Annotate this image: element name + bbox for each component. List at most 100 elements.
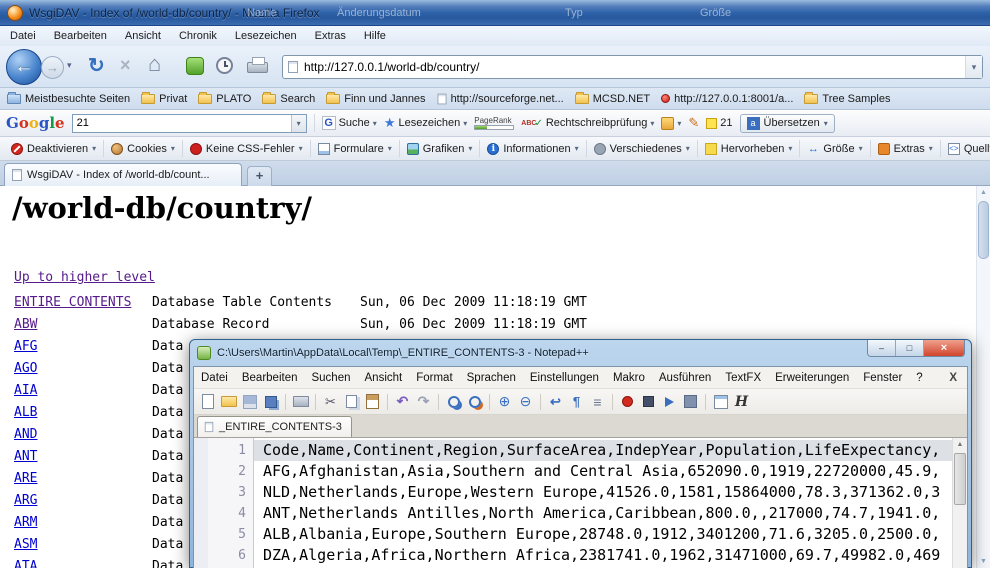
minimize-button[interactable]: – xyxy=(868,340,896,356)
menu-datei[interactable]: Datei xyxy=(10,30,36,42)
entry-link[interactable]: ABW xyxy=(14,317,37,332)
entry-link[interactable]: AND xyxy=(14,427,37,442)
webdev-formulare[interactable]: Formulare▾ xyxy=(311,140,400,157)
entry-link[interactable]: ARE xyxy=(14,471,37,486)
record-macro-icon[interactable] xyxy=(618,392,637,411)
new-file-icon[interactable] xyxy=(198,392,217,411)
undo-icon[interactable] xyxy=(393,392,412,411)
menu-hilfe[interactable]: Hilfe xyxy=(364,30,386,42)
npp-menu-makro[interactable]: Makro xyxy=(606,372,652,384)
scroll-up-icon[interactable]: ▲ xyxy=(977,186,990,199)
entry-link[interactable]: AIA xyxy=(14,383,37,398)
stop-macro-icon[interactable] xyxy=(639,392,658,411)
close-button[interactable]: × xyxy=(924,340,964,356)
webdev-informationen[interactable]: Informationen▾ xyxy=(480,140,586,157)
npp-menu-ansicht[interactable]: Ansicht xyxy=(358,372,410,384)
code-line[interactable]: NLD,Netherlands,Europe,Western Europe,41… xyxy=(254,482,952,503)
menu-chronik[interactable]: Chronik xyxy=(179,30,217,42)
pagerank-indicator[interactable]: PageRank xyxy=(474,116,514,130)
google-bookmarks-button[interactable]: Lesezeichen▾ xyxy=(384,115,467,131)
save-all-icon[interactable] xyxy=(261,392,280,411)
notepadpp-titlebar[interactable]: C:\Users\Martin\AppData\Local\Temp\_ENTI… xyxy=(193,340,968,366)
page-scrollbar[interactable]: ▲ ▼ xyxy=(976,186,990,568)
find-icon[interactable] xyxy=(444,392,463,411)
word-wrap-icon[interactable] xyxy=(546,392,565,411)
bookmark-search[interactable]: Search xyxy=(262,93,315,105)
entry-link[interactable]: ASM xyxy=(14,537,37,552)
scroll-up-icon[interactable]: ▲ xyxy=(953,438,967,452)
code-line[interactable]: AFG,Afghanistan,Asia,Southern and Centra… xyxy=(254,461,952,482)
menu-extras[interactable]: Extras xyxy=(315,30,346,42)
bookmark-meistbesuchte-seiten[interactable]: Meistbesuchte Seiten xyxy=(7,93,130,105)
translate-button[interactable]: Übersetzen▾ xyxy=(740,114,835,133)
indent-guide-icon[interactable] xyxy=(588,392,607,411)
bookmark-privat[interactable]: Privat xyxy=(141,93,187,105)
npp-menu-format[interactable]: Format xyxy=(409,372,459,384)
autofill-button[interactable]: ▾ xyxy=(661,117,681,130)
entry-link[interactable]: ATA xyxy=(14,559,37,568)
bookmark-plato[interactable]: PLATO xyxy=(198,93,251,105)
save-icon[interactable] xyxy=(240,392,259,411)
entry-link[interactable]: ENTIRE CONTENTS xyxy=(14,295,131,310)
menu-lesezeichen[interactable]: Lesezeichen xyxy=(235,30,297,42)
forward-button[interactable] xyxy=(41,56,64,79)
code-line[interactable]: Code,Name,Continent,Region,SurfaceArea,I… xyxy=(254,440,952,461)
code-line[interactable]: ALB,Albania,Europe,Southern Europe,28748… xyxy=(254,524,952,545)
maximize-button[interactable]: □ xyxy=(896,340,924,356)
google-search-button[interactable]: Suche▾ xyxy=(322,116,377,130)
npp-menu-fenster[interactable]: Fenster xyxy=(856,372,909,384)
code-line[interactable]: ANT,Netherlands Antilles,North America,C… xyxy=(254,503,952,524)
redo-icon[interactable] xyxy=(414,392,433,411)
reload-icon[interactable] xyxy=(88,53,105,78)
bookmark-sourceforge[interactable]: http://sourceforge.net... xyxy=(437,93,564,105)
google-search-input[interactable] xyxy=(73,117,291,129)
entry-link[interactable]: AFG xyxy=(14,339,37,354)
editor-scrollbar[interactable]: ▲ xyxy=(952,438,967,568)
entry-link[interactable]: ARG xyxy=(14,493,37,508)
bookmark-tree-samples[interactable]: Tree Samples xyxy=(804,93,890,105)
highlight-count[interactable]: 21 xyxy=(706,117,732,129)
scrollbar-thumb[interactable] xyxy=(954,453,966,505)
home-icon[interactable] xyxy=(148,51,161,77)
bookmark-localhost-8001[interactable]: http://127.0.0.1:8001/a... xyxy=(661,93,793,105)
scrollbar-thumb[interactable] xyxy=(978,201,989,259)
copy-icon[interactable] xyxy=(342,392,361,411)
history-dropdown-icon[interactable]: ▾ xyxy=(67,60,72,71)
google-search-box[interactable]: ▾ xyxy=(72,114,307,133)
webdev-cookies[interactable]: Cookies▾ xyxy=(104,140,183,157)
webdev-extras[interactable]: Extras▾ xyxy=(871,140,941,157)
code-line[interactable]: DZA,Algeria,Africa,Northern Africa,23817… xyxy=(254,545,952,566)
zoom-in-icon[interactable] xyxy=(495,392,514,411)
editor-area[interactable]: 1Code,Name,Continent,Region,SurfaceArea,… xyxy=(194,438,967,568)
webdev-grafiken[interactable]: Grafiken▾ xyxy=(400,140,481,157)
url-bar[interactable]: ▾ xyxy=(282,55,983,79)
webdev-verschiedenes[interactable]: Verschiedenes▾ xyxy=(587,140,698,157)
cut-icon[interactable] xyxy=(321,392,340,411)
webdev-hervorheben[interactable]: Hervorheben▾ xyxy=(698,140,801,157)
entry-link[interactable]: ALB xyxy=(14,405,37,420)
function-list-icon[interactable] xyxy=(711,392,730,411)
menu-bearbeiten[interactable]: Bearbeiten xyxy=(54,30,107,42)
print-icon[interactable] xyxy=(247,62,268,73)
npp-menu-suchen[interactable]: Suchen xyxy=(304,372,357,384)
menu-ansicht[interactable]: Ansicht xyxy=(125,30,161,42)
npp-menu-help[interactable]: ? xyxy=(909,372,929,384)
npp-menu-textfx[interactable]: TextFX xyxy=(718,372,768,384)
play-macro-icon[interactable] xyxy=(660,392,679,411)
replace-icon[interactable] xyxy=(465,392,484,411)
spellcheck-button[interactable]: Rechtschreibprüfung▾ xyxy=(521,117,654,129)
new-tab-button[interactable]: + xyxy=(247,166,272,186)
npp-menu-ausfuehren[interactable]: Ausführen xyxy=(652,372,718,384)
save-macro-icon[interactable] xyxy=(681,392,700,411)
url-dropdown-icon[interactable]: ▾ xyxy=(965,56,982,78)
webdev-groesse[interactable]: Größe▾ xyxy=(800,140,870,157)
npp-menu-erweiterungen[interactable]: Erweiterungen xyxy=(768,372,856,384)
npp-menu-close-icon[interactable]: X xyxy=(939,372,967,384)
open-folder-icon[interactable] xyxy=(219,392,238,411)
entry-link[interactable]: ANT xyxy=(14,449,37,464)
show-all-characters-icon[interactable] xyxy=(567,392,586,411)
pencil-icon[interactable] xyxy=(688,115,699,131)
notepadpp-window[interactable]: C:\Users\Martin\AppData\Local\Temp\_ENTI… xyxy=(189,339,972,568)
stop-icon[interactable] xyxy=(120,55,131,76)
entry-link[interactable]: AGO xyxy=(14,361,37,376)
